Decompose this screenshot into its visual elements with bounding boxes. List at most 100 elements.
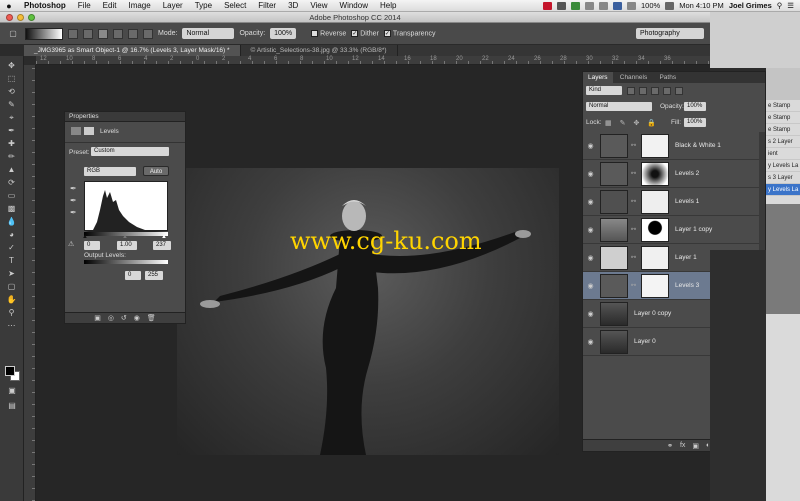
user-name[interactable]: Joel Grimes	[729, 1, 772, 10]
layer-visibility-eye-icon[interactable]: ◉	[583, 310, 598, 318]
input-white-field[interactable]: 237	[153, 241, 171, 250]
layer-name[interactable]: Levels 2	[675, 170, 699, 177]
menu-window[interactable]: Window	[334, 1, 374, 10]
output-white-field[interactable]: 255	[145, 271, 163, 280]
minimize-window-button[interactable]	[17, 14, 24, 21]
more-tools-icon[interactable]: ⋯	[5, 320, 19, 331]
layer-row[interactable]: ◉ ⚯ Levels 1	[583, 188, 759, 216]
tab-channels[interactable]: Channels	[615, 72, 652, 83]
layer-visibility-eye-icon[interactable]: ◉	[583, 226, 598, 234]
filter-shape-icon[interactable]	[663, 87, 671, 95]
gray-point-eyedropper-icon[interactable]: ✒	[70, 196, 77, 205]
history-state[interactable]: e Stamp	[766, 124, 800, 136]
visibility-icon[interactable]: ◉	[134, 314, 140, 322]
apple-icon[interactable]: ●	[0, 1, 18, 11]
gradient-swatch[interactable]	[25, 27, 63, 40]
shape-tool-icon[interactable]: ▢	[5, 281, 19, 292]
menu-view[interactable]: View	[304, 1, 333, 10]
filter-smart-object-icon[interactable]	[675, 87, 683, 95]
layer-style-icon[interactable]: fx	[680, 442, 685, 449]
wifi-icon[interactable]	[665, 1, 675, 10]
close-window-button[interactable]	[6, 14, 13, 21]
menu-image[interactable]: Image	[122, 1, 156, 10]
lock-transparent-icon[interactable]: ▦	[605, 119, 612, 127]
black-point-eyedropper-icon[interactable]: ✒	[70, 184, 77, 193]
menu-help[interactable]: Help	[374, 1, 402, 10]
menu-3d[interactable]: 3D	[282, 1, 304, 10]
layer-visibility-eye-icon[interactable]: ◉	[583, 254, 598, 262]
layer-thumbnail[interactable]	[600, 161, 628, 186]
color-swatches[interactable]	[5, 366, 21, 382]
layer-mask-thumbnail[interactable]	[641, 273, 670, 298]
mode-dropdown[interactable]: Normal	[182, 28, 235, 39]
layer-thumbnail[interactable]	[600, 217, 628, 242]
linear-gradient-icon[interactable]	[83, 28, 93, 39]
brush-tool-icon[interactable]: ✏	[5, 151, 19, 162]
mask-link-icon[interactable]: ⚯	[631, 170, 636, 177]
quick-select-tool-icon[interactable]: ✎	[5, 99, 19, 110]
history-brush-icon[interactable]: ⟳	[5, 177, 19, 188]
view-previous-icon[interactable]: ◎	[108, 314, 114, 322]
crop-tool-icon[interactable]: ⌖	[5, 112, 19, 123]
path-select-icon[interactable]: ➤	[5, 268, 19, 279]
lock-pixels-icon[interactable]: ✎	[620, 119, 626, 127]
delete-icon[interactable]: 🗑	[147, 314, 156, 322]
layer-filter-dropdown[interactable]: Kind	[586, 86, 622, 95]
layer-visibility-eye-icon[interactable]: ◉	[583, 338, 598, 346]
hand-tool-icon[interactable]: ✋	[5, 294, 19, 305]
mask-link-icon[interactable]: ⚯	[631, 226, 636, 233]
volume-icon[interactable]	[599, 1, 609, 10]
tab-paths[interactable]: Paths	[654, 72, 681, 83]
layer-name[interactable]: Layer 1	[675, 254, 697, 261]
gradient-dropdown-icon[interactable]	[68, 28, 78, 39]
blend-mode-dropdown[interactable]: Normal	[586, 102, 652, 111]
layer-mask-icon[interactable]	[84, 127, 94, 135]
layer-thumbnail[interactable]	[600, 329, 628, 354]
zoom-tool-icon[interactable]: ⚲	[5, 307, 19, 318]
dodge-tool-icon[interactable]: ◕	[5, 229, 19, 240]
clip-to-layer-icon[interactable]: ▣	[94, 314, 101, 322]
menu-edit[interactable]: Edit	[97, 1, 123, 10]
lock-position-icon[interactable]: ✥	[634, 119, 640, 127]
workspace-dropdown[interactable]: Photography	[636, 28, 704, 39]
lasso-tool-icon[interactable]: ⟲	[5, 86, 19, 97]
healing-brush-icon[interactable]: ✚	[5, 138, 19, 149]
layer-visibility-eye-icon[interactable]: ◉	[583, 170, 598, 178]
tab-jmg3965[interactable]: _JMG3965 as Smart Object-1 @ 16.7% (Leve…	[24, 45, 241, 56]
menu-layer[interactable]: Layer	[157, 1, 189, 10]
reset-icon[interactable]: ↺	[121, 314, 127, 322]
clock[interactable]: Mon 4:10 PM	[679, 1, 724, 10]
layer-name[interactable]: Levels 3	[675, 282, 699, 289]
filter-type-icon[interactable]	[651, 87, 659, 95]
tab-layers[interactable]: Layers	[583, 72, 613, 83]
zoom-window-button[interactable]	[28, 14, 35, 21]
channel-dropdown[interactable]: RGB	[84, 167, 136, 176]
reverse-checkbox[interactable]: Reverse	[311, 29, 346, 37]
pen-tool-icon[interactable]: ✓	[5, 242, 19, 253]
layer-visibility-eye-icon[interactable]: ◉	[583, 282, 598, 290]
screen-mode-icon[interactable]: ▤	[5, 400, 19, 411]
app-status-icon[interactable]	[543, 1, 553, 10]
layer-visibility-eye-icon[interactable]: ◉	[583, 142, 598, 150]
layer-mask-thumbnail[interactable]	[641, 161, 670, 186]
layer-name[interactable]: Levels 1	[675, 198, 699, 205]
notification-center-icon[interactable]: ☰	[787, 1, 794, 10]
opacity-field[interactable]: 100%	[270, 28, 297, 39]
marquee-tool-icon[interactable]: ⬚	[5, 73, 19, 84]
layer-thumbnail[interactable]	[600, 273, 628, 298]
layer-visibility-eye-icon[interactable]: ◉	[583, 198, 598, 206]
filter-pixel-icon[interactable]	[627, 87, 635, 95]
properties-panel-title[interactable]: Properties	[65, 112, 185, 122]
type-tool-icon[interactable]: T	[5, 255, 19, 266]
battery-level[interactable]: 100%	[641, 1, 660, 10]
gradient-tool-icon[interactable]: ▩	[5, 203, 19, 214]
layer-row[interactable]: ◉ ⚯ Layer 1 copy	[583, 216, 759, 244]
black-input-slider[interactable]: ▲	[82, 234, 88, 240]
quick-mask-icon[interactable]: ▣	[5, 385, 19, 396]
layer-opacity-field[interactable]: 100%	[684, 102, 706, 111]
layer-thumbnail[interactable]	[600, 245, 628, 270]
history-state[interactable]: e Stamp	[766, 112, 800, 124]
layer-name[interactable]: Layer 0 copy	[634, 310, 671, 317]
mask-link-icon[interactable]: ⚯	[631, 198, 636, 205]
auto-button[interactable]: Auto	[143, 166, 169, 176]
